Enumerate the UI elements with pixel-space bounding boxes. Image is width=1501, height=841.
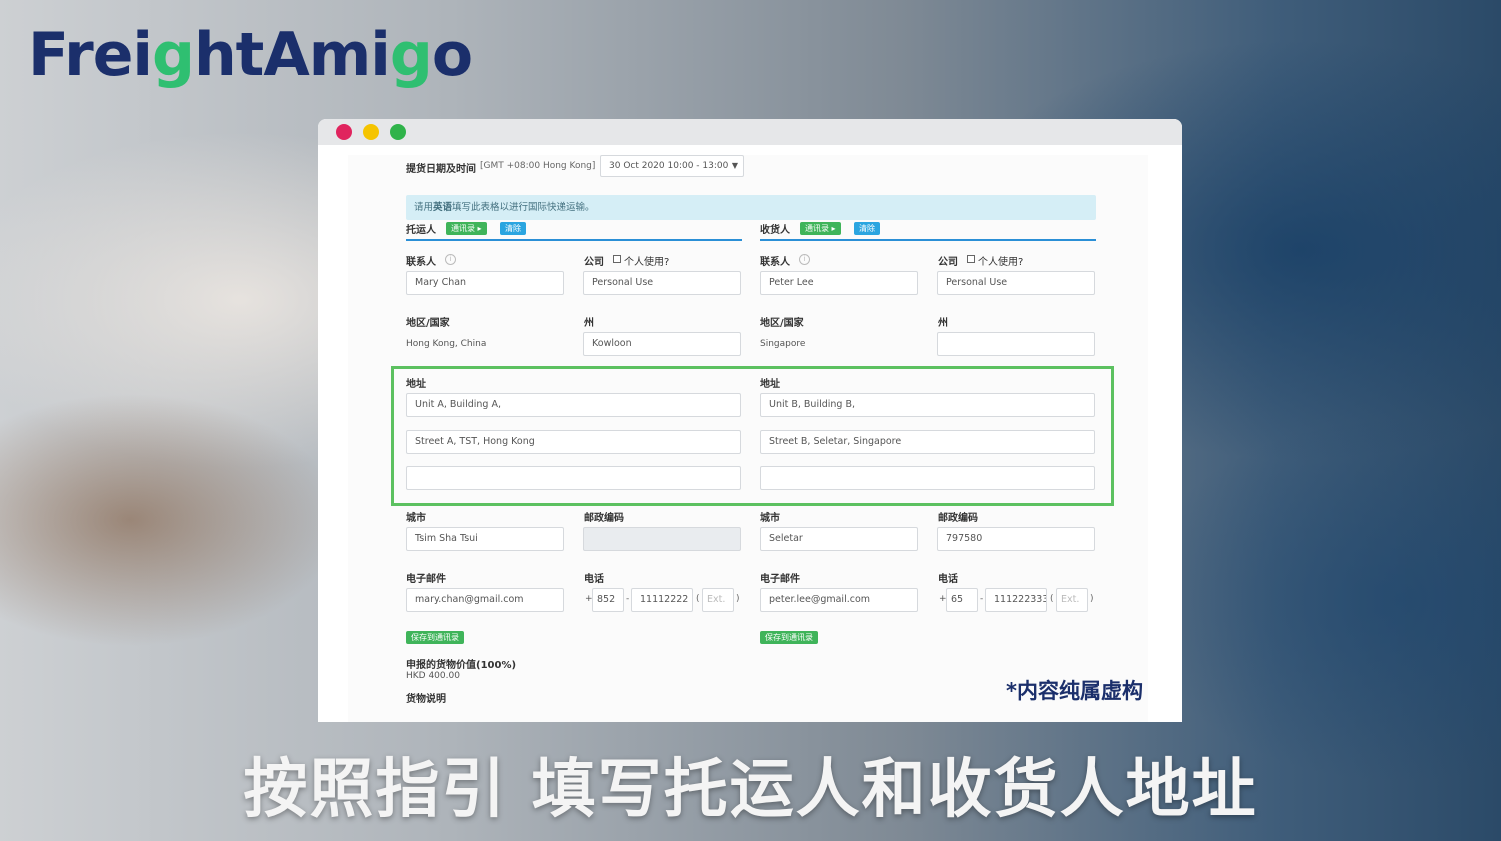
close-window-dot[interactable] xyxy=(336,124,352,140)
shipper-phone-label: 电话 xyxy=(584,574,604,585)
consignee-city-label: 城市 xyxy=(760,513,780,524)
consignee-address-book-button[interactable]: 通讯录 ▸ xyxy=(800,222,841,235)
shipper-contact-label: 联系人 xyxy=(406,257,436,268)
paren-open: ( xyxy=(1050,594,1054,604)
fictional-content-disclaimer: *内容纯属虚构 xyxy=(1006,679,1143,703)
consignee-company-input[interactable]: Personal Use xyxy=(937,271,1095,295)
consignee-country-label: 地区/国家 xyxy=(760,318,804,329)
consignee-contact-label: 联系人 xyxy=(760,257,790,268)
timezone-label: [GMT +08:00 Hong Kong] xyxy=(480,161,596,171)
shipper-postal-input[interactable] xyxy=(583,527,741,551)
shipper-phone-ext-input[interactable]: Ext. xyxy=(702,588,734,612)
address-highlight-box xyxy=(391,366,1114,506)
maximize-window-dot[interactable] xyxy=(390,124,406,140)
consignee-phone-ext-input[interactable]: Ext. xyxy=(1056,588,1088,612)
shipper-phone-country-input[interactable]: 852 xyxy=(592,588,624,612)
declared-value-label: 申报的货物价值(100%) xyxy=(406,660,517,671)
shipper-phone-number-input[interactable]: 11112222 xyxy=(631,588,693,612)
consignee-postal-input[interactable]: 797580 xyxy=(937,527,1095,551)
shipper-country-value: Hong Kong, China xyxy=(406,339,487,349)
shipper-country-label: 地区/国家 xyxy=(406,318,450,329)
consignee-phone-country-input[interactable]: 65 xyxy=(946,588,978,612)
consignee-phone-number-input[interactable]: 111222333 xyxy=(985,588,1047,612)
consignee-company-label: 公司 xyxy=(938,257,958,268)
shipper-underline xyxy=(406,239,742,241)
shipper-personal-use-checkbox[interactable] xyxy=(613,255,621,263)
shipper-state-label: 州 xyxy=(584,318,594,329)
consignee-personal-use-checkbox[interactable] xyxy=(967,255,975,263)
paren-open: ( xyxy=(696,594,700,604)
shipper-clear-button[interactable]: 清除 xyxy=(500,222,526,235)
pickup-datetime-select[interactable]: 30 Oct 2020 10:00 - 13:00 ▼ xyxy=(600,155,744,177)
paren-close: ) xyxy=(736,594,740,604)
shipper-company-input[interactable]: Personal Use xyxy=(583,271,741,295)
consignee-email-label: 电子邮件 xyxy=(760,574,800,585)
freightamigo-logo: FreightAmigo xyxy=(28,20,473,90)
shipper-state-input[interactable]: Kowloon xyxy=(583,332,741,356)
minimize-window-dot[interactable] xyxy=(363,124,379,140)
consignee-personal-use-label: 个人使用? xyxy=(978,257,1024,268)
dash-separator: - xyxy=(626,594,630,604)
shipper-email-label: 电子邮件 xyxy=(406,574,446,585)
info-icon: i xyxy=(799,254,810,265)
shipper-address-book-button[interactable]: 通讯录 ▸ xyxy=(446,222,487,235)
consignee-postal-label: 邮政编码 xyxy=(938,513,978,524)
consignee-clear-button[interactable]: 清除 xyxy=(854,222,880,235)
consignee-save-to-address-book-button[interactable]: 保存到通讯录 xyxy=(760,631,818,644)
video-caption: 按照指引 填写托运人和收货人地址 xyxy=(243,753,1258,827)
window-titlebar xyxy=(318,119,1182,145)
pickup-datetime-label: 提货日期及时间 xyxy=(406,164,476,175)
shipper-city-input[interactable]: Tsim Sha Tsui xyxy=(406,527,564,551)
dash-separator: - xyxy=(980,594,984,604)
declared-value: HKD 400.00 xyxy=(406,671,460,681)
paren-close: ) xyxy=(1090,594,1094,604)
consignee-underline xyxy=(760,239,1096,241)
goods-description-label: 货物说明 xyxy=(406,694,446,705)
shipper-contact-input[interactable]: Mary Chan xyxy=(406,271,564,295)
consignee-country-value: Singapore xyxy=(760,339,806,349)
shipper-postal-label: 邮政编码 xyxy=(584,513,624,524)
shipper-save-to-address-book-button[interactable]: 保存到通讯录 xyxy=(406,631,464,644)
consignee-email-input[interactable]: peter.lee@gmail.com xyxy=(760,588,918,612)
shipper-email-input[interactable]: mary.chan@gmail.com xyxy=(406,588,564,612)
english-notice-banner: 请用英语填写此表格以进行国际快递运输。 xyxy=(406,195,1096,220)
pickup-datetime-value: 30 Oct 2020 10:00 - 13:00 xyxy=(609,161,729,171)
info-icon: i xyxy=(445,254,456,265)
consignee-title: 收货人 xyxy=(760,225,790,236)
consignee-state-input[interactable] xyxy=(937,332,1095,356)
shipper-personal-use-label: 个人使用? xyxy=(624,257,670,268)
consignee-contact-input[interactable]: Peter Lee xyxy=(760,271,918,295)
chevron-down-icon: ▼ xyxy=(731,161,738,170)
shipper-title: 托运人 xyxy=(406,225,436,236)
consignee-city-input[interactable]: Seletar xyxy=(760,527,918,551)
shipper-company-label: 公司 xyxy=(584,257,604,268)
consignee-state-label: 州 xyxy=(938,318,948,329)
consignee-phone-label: 电话 xyxy=(938,574,958,585)
shipper-city-label: 城市 xyxy=(406,513,426,524)
